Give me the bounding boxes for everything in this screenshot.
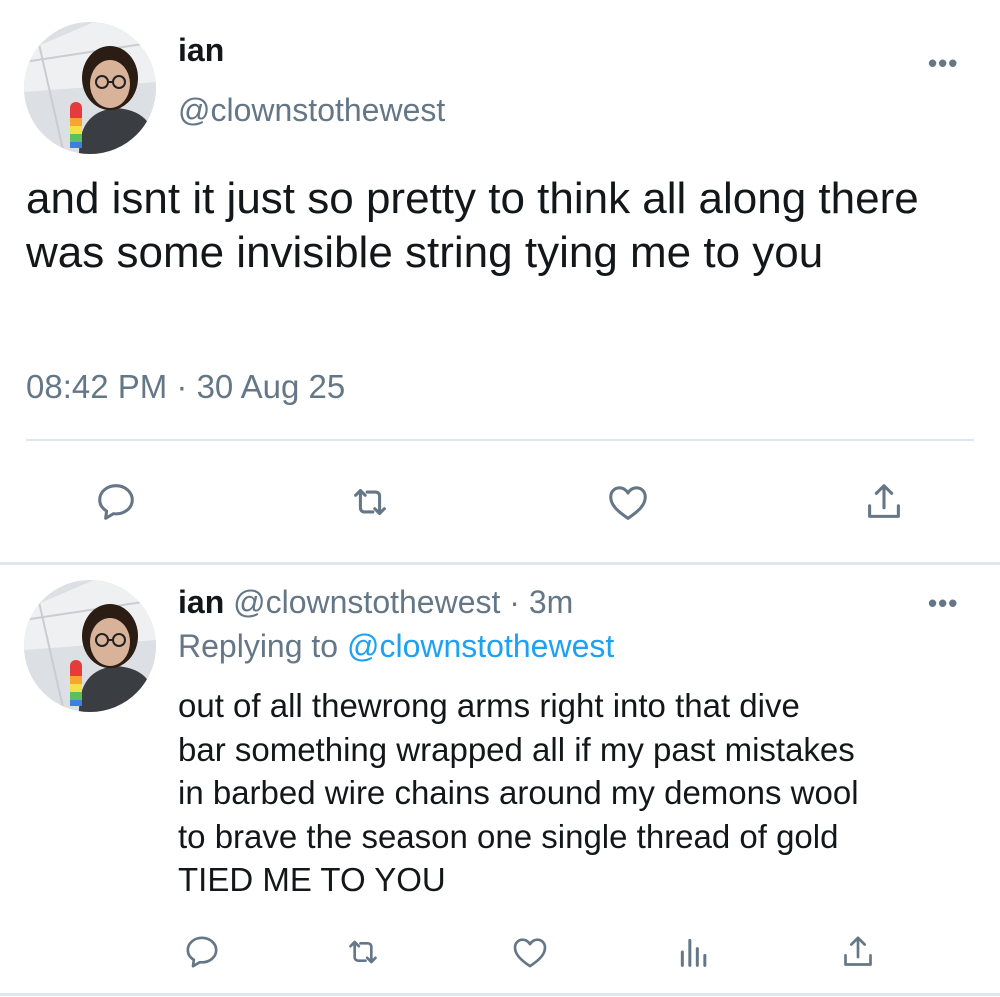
replying-to-link[interactable]: @clownstothewest	[347, 628, 614, 664]
reply-text-line: to brave the season one single thread of…	[178, 817, 839, 855]
display-name[interactable]: ian	[178, 584, 224, 620]
reply-button[interactable]	[170, 920, 234, 984]
like-button[interactable]	[498, 920, 562, 984]
bottom-divider	[0, 993, 1000, 996]
avatar[interactable]	[24, 580, 156, 712]
reply-text-line: bar something wrapped all if my past mis…	[178, 730, 855, 768]
divider	[26, 439, 974, 441]
user-handle[interactable]: @clownstothewest	[233, 584, 500, 620]
reply-button[interactable]	[84, 470, 148, 534]
reply-text-line: TIED ME TO YOU	[178, 861, 446, 898]
replying-to: Replying to @clownstothewest	[178, 626, 614, 666]
share-button[interactable]	[852, 470, 916, 534]
avatar-photo	[24, 580, 156, 712]
reply-text: out of all thewrong arms right into that…	[178, 684, 978, 902]
share-icon	[868, 484, 900, 518]
tweet-timestamp[interactable]: 08:42 PM · 30 Aug 25	[26, 366, 345, 408]
reply-text-line: in barbed wire chains around my demons w…	[178, 774, 859, 811]
reply-text-line: out of all thewrong arms right into that…	[178, 687, 800, 724]
like-icon	[609, 486, 647, 520]
analytics-icon	[680, 938, 707, 967]
tweet-text: and isnt it just so pretty to think all …	[26, 174, 919, 277]
like-button[interactable]	[596, 470, 660, 534]
share-icon	[844, 936, 872, 966]
analytics-button[interactable]	[662, 920, 726, 984]
time-ago[interactable]: · 3m	[509, 584, 573, 620]
avatar[interactable]	[24, 22, 156, 154]
more-options-icon[interactable]: •••	[928, 590, 958, 616]
retweet-icon	[349, 940, 377, 964]
share-button[interactable]	[826, 920, 890, 984]
reply-icon	[98, 484, 134, 520]
reply-header: ian @clownstothewest · 3m	[178, 582, 573, 622]
retweet-button[interactable]	[338, 470, 402, 534]
avatar-photo	[24, 22, 156, 154]
reply-icon	[186, 936, 218, 968]
section-divider	[0, 562, 1000, 565]
retweet-icon	[354, 488, 386, 516]
display-name[interactable]: ian	[178, 30, 224, 70]
replying-to-label: Replying to	[178, 628, 339, 664]
more-options-icon[interactable]: •••	[928, 50, 958, 76]
retweet-button[interactable]	[331, 920, 395, 984]
user-handle[interactable]: @clownstothewest	[178, 90, 445, 130]
like-icon	[513, 938, 547, 968]
